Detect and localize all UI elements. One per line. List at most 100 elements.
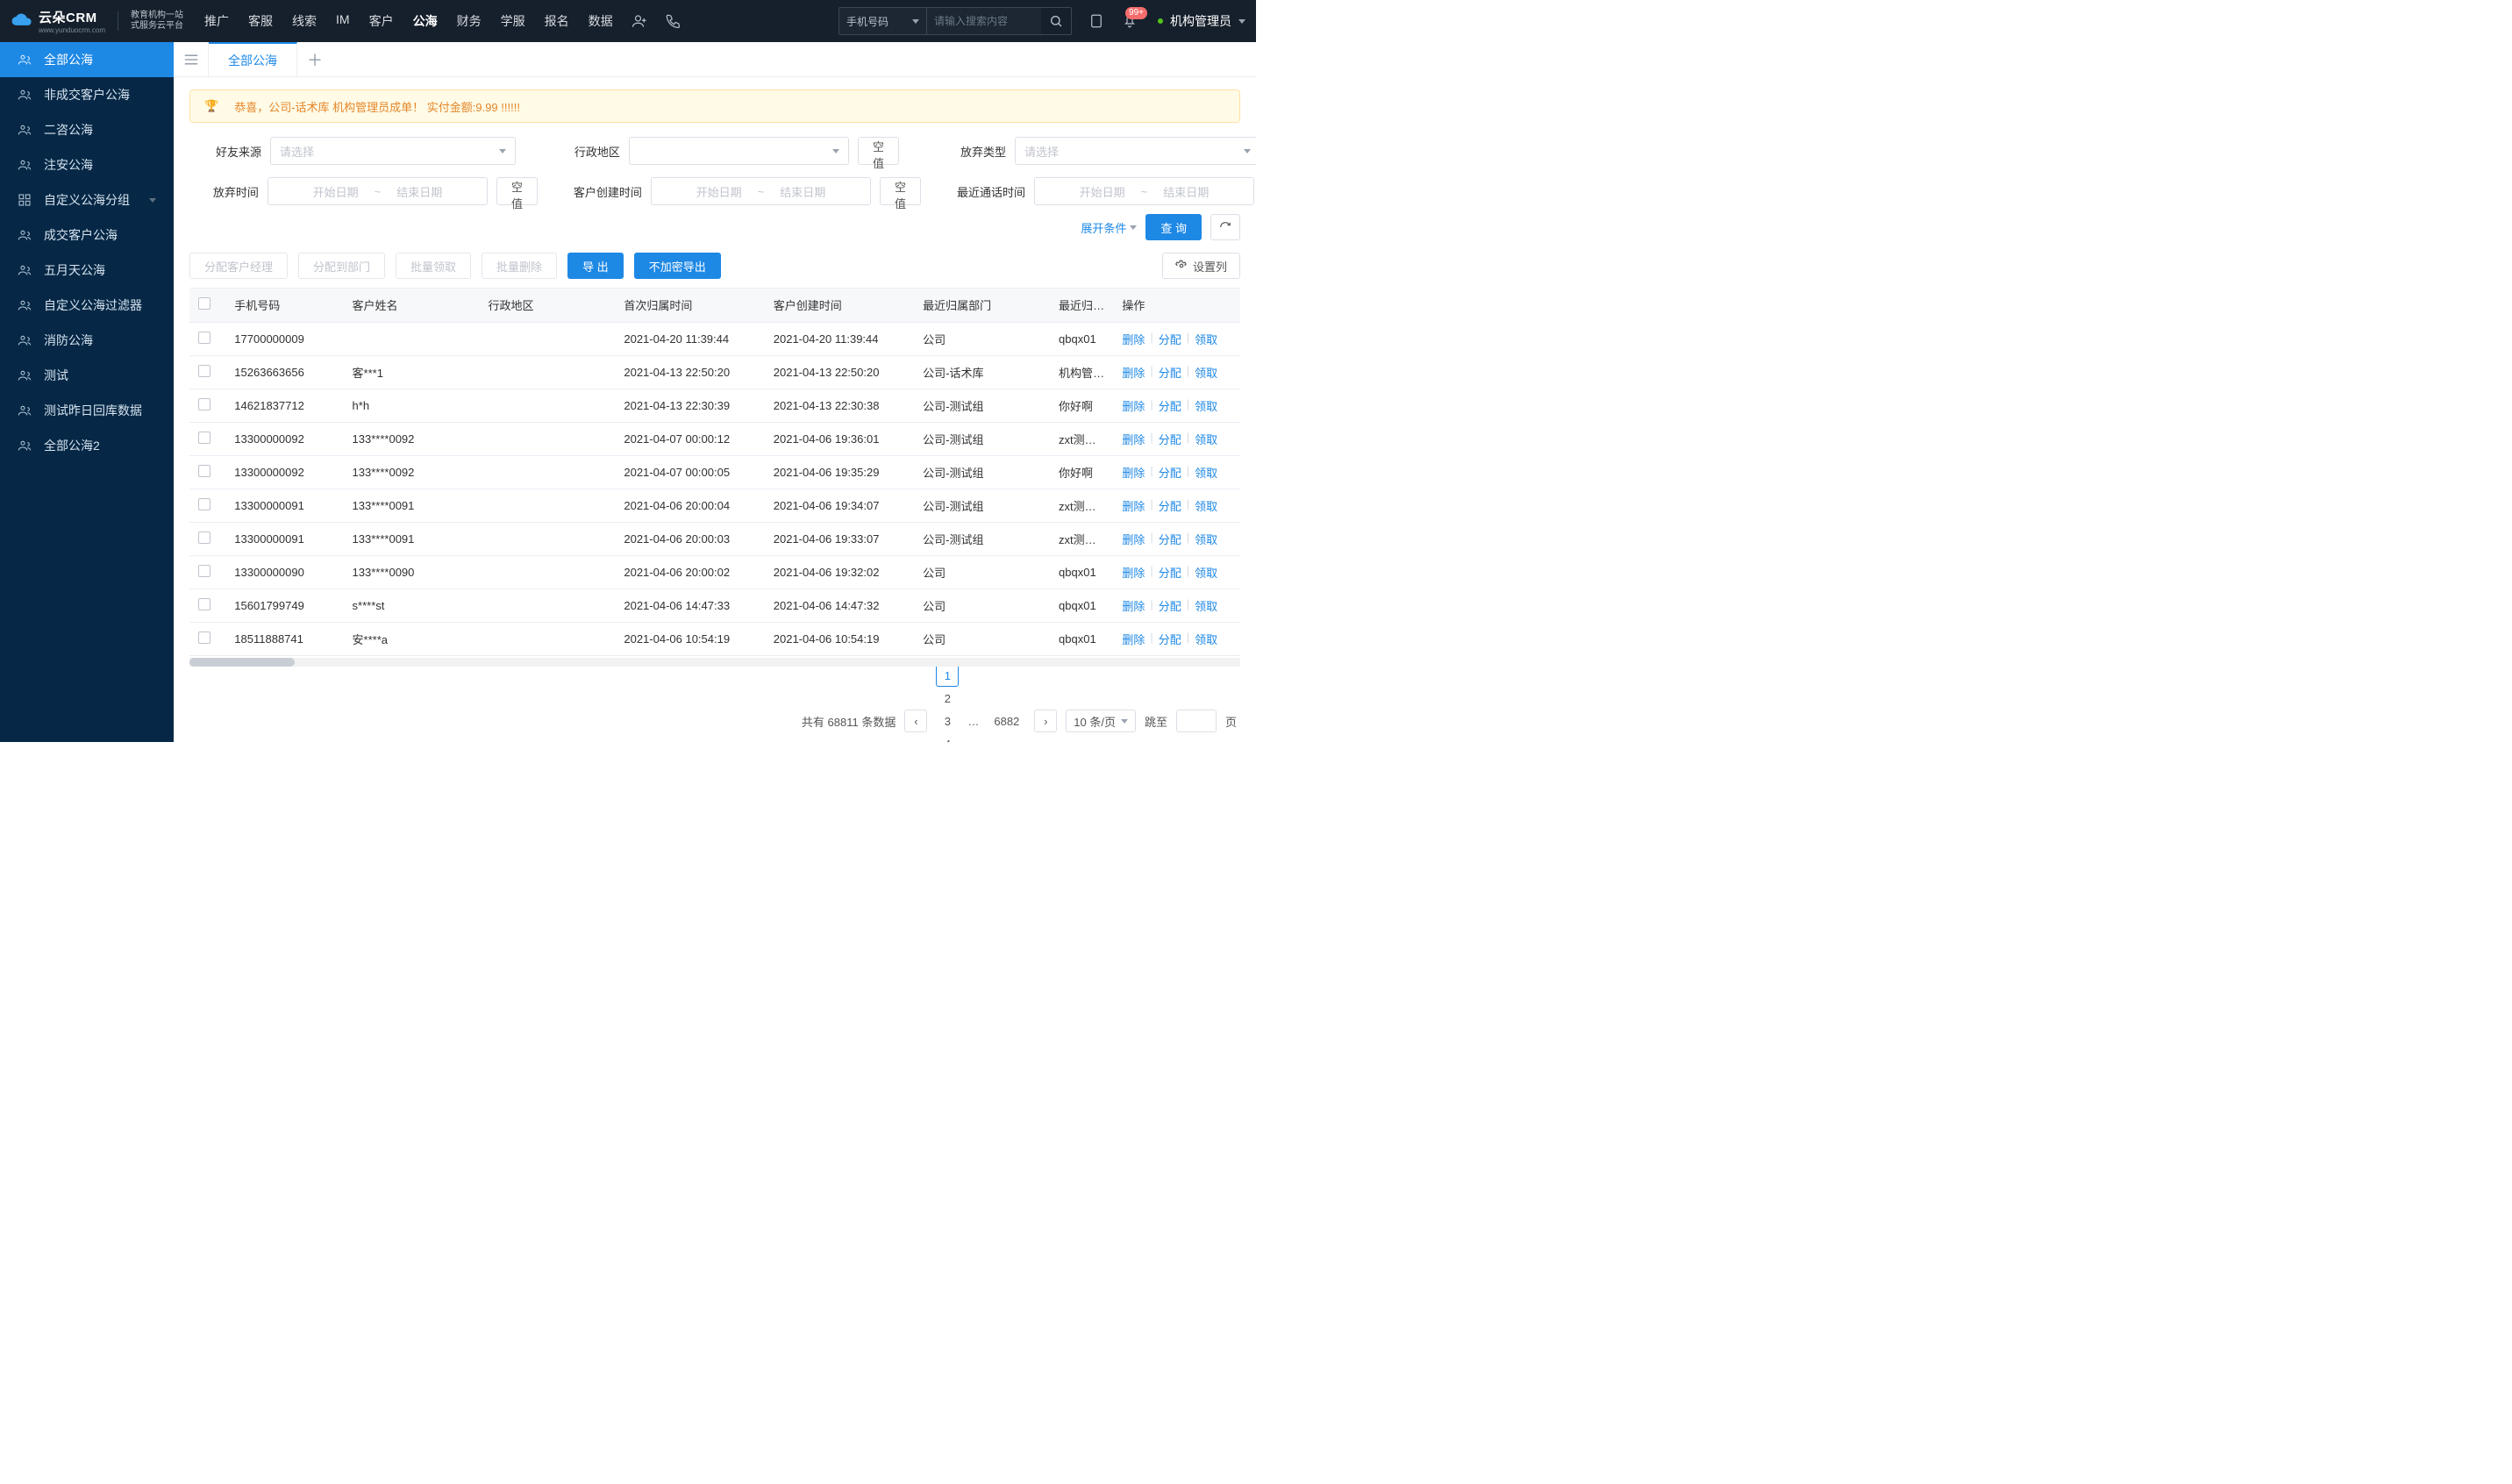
sidebar-item[interactable]: 消防公海 [0, 323, 174, 358]
table-row[interactable]: 177000000092021-04-20 11:39:442021-04-20… [189, 322, 1240, 355]
sidebar-item[interactable]: 测试昨日回库数据 [0, 393, 174, 428]
abandon-time-null-button[interactable]: 空值 [496, 177, 538, 205]
row-checkbox[interactable] [198, 398, 211, 410]
table-row[interactable]: 13300000091133****00912021-04-06 20:00:0… [189, 489, 1240, 522]
table-row[interactable]: 13300000090133****00902021-04-06 20:00:0… [189, 555, 1240, 589]
row-delete[interactable]: 删除 [1122, 564, 1145, 581]
bell-icon[interactable]: 99+ [1121, 12, 1138, 30]
search-icon[interactable] [1041, 8, 1071, 34]
row-assign[interactable]: 分配 [1159, 331, 1181, 347]
refresh-button[interactable] [1210, 214, 1240, 240]
row-claim[interactable]: 领取 [1195, 631, 1217, 647]
table-row[interactable]: 13300000092133****00922021-04-07 00:00:0… [189, 455, 1240, 489]
page-jump-input[interactable] [1176, 710, 1217, 732]
tablet-icon[interactable] [1088, 12, 1105, 30]
topnav-item[interactable]: 报名 [545, 12, 569, 30]
row-claim[interactable]: 领取 [1195, 397, 1217, 414]
row-claim[interactable]: 领取 [1195, 331, 1217, 347]
user-menu[interactable]: 机构管理员 [1158, 12, 1245, 30]
row-claim[interactable]: 领取 [1195, 364, 1217, 381]
friend-source-select[interactable]: 请选择 [270, 137, 516, 165]
row-delete[interactable]: 删除 [1122, 364, 1145, 381]
abandon-time-range[interactable]: 开始日期~结束日期 [268, 177, 488, 205]
add-user-icon[interactable] [631, 12, 648, 30]
row-checkbox[interactable] [198, 498, 211, 510]
abandon-type-select[interactable]: 请选择 [1015, 137, 1256, 165]
topnav-item[interactable]: 数据 [589, 12, 613, 30]
bulk-delete-button[interactable]: 批量删除 [482, 253, 557, 279]
row-delete[interactable]: 删除 [1122, 631, 1145, 647]
region-select[interactable] [629, 137, 849, 165]
row-claim[interactable]: 领取 [1195, 431, 1217, 447]
row-delete[interactable]: 删除 [1122, 464, 1145, 481]
phone-icon[interactable] [664, 12, 682, 30]
row-assign[interactable]: 分配 [1159, 364, 1181, 381]
page-prev-button[interactable]: ‹ [904, 710, 927, 732]
row-delete[interactable]: 删除 [1122, 397, 1145, 414]
assign-dept-button[interactable]: 分配到部门 [298, 253, 385, 279]
row-checkbox[interactable] [198, 432, 211, 444]
col-checkbox[interactable] [189, 289, 225, 322]
sidebar-item[interactable]: 自定义公海分组 [0, 182, 174, 218]
row-delete[interactable]: 删除 [1122, 597, 1145, 614]
table-row[interactable]: 15263663656客***12021-04-13 22:50:202021-… [189, 355, 1240, 389]
page-next-button[interactable]: › [1034, 710, 1057, 732]
topnav-item[interactable]: 客服 [248, 12, 273, 30]
row-checkbox[interactable] [198, 565, 211, 577]
search-type-select[interactable]: 手机号码 [839, 8, 927, 34]
tab-all-pool[interactable]: 全部公海 [209, 42, 297, 76]
row-assign[interactable]: 分配 [1159, 531, 1181, 547]
sidebar-item[interactable]: 全部公海2 [0, 428, 174, 463]
row-claim[interactable]: 领取 [1195, 464, 1217, 481]
page-last[interactable]: 6882 [988, 710, 1025, 732]
table-row[interactable]: 18511888741安****a2021-04-06 10:54:192021… [189, 622, 1240, 655]
table-row[interactable]: 13300000092133****00922021-04-07 00:00:1… [189, 422, 1240, 455]
export-plain-button[interactable]: 不加密导出 [634, 253, 721, 279]
last-call-time-range[interactable]: 开始日期~结束日期 [1034, 177, 1254, 205]
row-claim[interactable]: 领取 [1195, 597, 1217, 614]
row-claim[interactable]: 领取 [1195, 564, 1217, 581]
expand-filters-link[interactable]: 展开条件 [1081, 219, 1137, 236]
row-delete[interactable]: 删除 [1122, 331, 1145, 347]
row-checkbox[interactable] [198, 332, 211, 344]
row-claim[interactable]: 领取 [1195, 531, 1217, 547]
sidebar-item[interactable]: 五月天公海 [0, 253, 174, 288]
row-checkbox[interactable] [198, 465, 211, 477]
row-assign[interactable]: 分配 [1159, 631, 1181, 647]
export-button[interactable]: 导 出 [567, 253, 624, 279]
row-checkbox[interactable] [198, 365, 211, 377]
query-button[interactable]: 查 询 [1145, 214, 1202, 240]
bulk-claim-button[interactable]: 批量领取 [396, 253, 471, 279]
table-row[interactable]: 13300000091133****00912021-04-06 20:00:0… [189, 522, 1240, 555]
row-assign[interactable]: 分配 [1159, 597, 1181, 614]
row-checkbox[interactable] [198, 532, 211, 544]
sidebar-item[interactable]: 二咨公海 [0, 112, 174, 147]
sidebar-item[interactable]: 非成交客户公海 [0, 77, 174, 112]
row-delete[interactable]: 删除 [1122, 431, 1145, 447]
table-row[interactable]: 14621837712h*h2021-04-13 22:30:392021-04… [189, 389, 1240, 422]
sidebar-item[interactable]: 全部公海 [0, 42, 174, 77]
row-assign[interactable]: 分配 [1159, 464, 1181, 481]
sidebar-item[interactable]: 测试 [0, 358, 174, 393]
row-delete[interactable]: 删除 [1122, 531, 1145, 547]
page-number[interactable]: 4 [936, 732, 959, 742]
sidebar-item[interactable]: 自定义公海过滤器 [0, 288, 174, 323]
topnav-item[interactable]: 财务 [457, 12, 482, 30]
row-delete[interactable]: 删除 [1122, 497, 1145, 514]
topnav-item[interactable]: 线索 [292, 12, 317, 30]
logo[interactable]: 云朵CRM www.yunduocrm.com 教育机构一站 式服务云平台 [11, 8, 183, 34]
create-time-null-button[interactable]: 空值 [880, 177, 921, 205]
row-checkbox[interactable] [198, 598, 211, 610]
region-null-button[interactable]: 空值 [858, 137, 899, 165]
search-input[interactable] [927, 8, 1041, 34]
page-number[interactable]: 3 [936, 710, 959, 732]
table-row[interactable]: 15601799749s****st2021-04-06 14:47:33202… [189, 589, 1240, 622]
topnav-item[interactable]: 公海 [413, 12, 438, 30]
create-time-range[interactable]: 开始日期~结束日期 [651, 177, 871, 205]
set-columns-button[interactable]: 设置列 [1162, 253, 1240, 279]
topnav-item[interactable]: 学服 [501, 12, 525, 30]
row-assign[interactable]: 分配 [1159, 497, 1181, 514]
tab-add-button[interactable]: ＋ [297, 42, 332, 76]
row-assign[interactable]: 分配 [1159, 431, 1181, 447]
topnav-item[interactable]: IM [336, 12, 350, 30]
